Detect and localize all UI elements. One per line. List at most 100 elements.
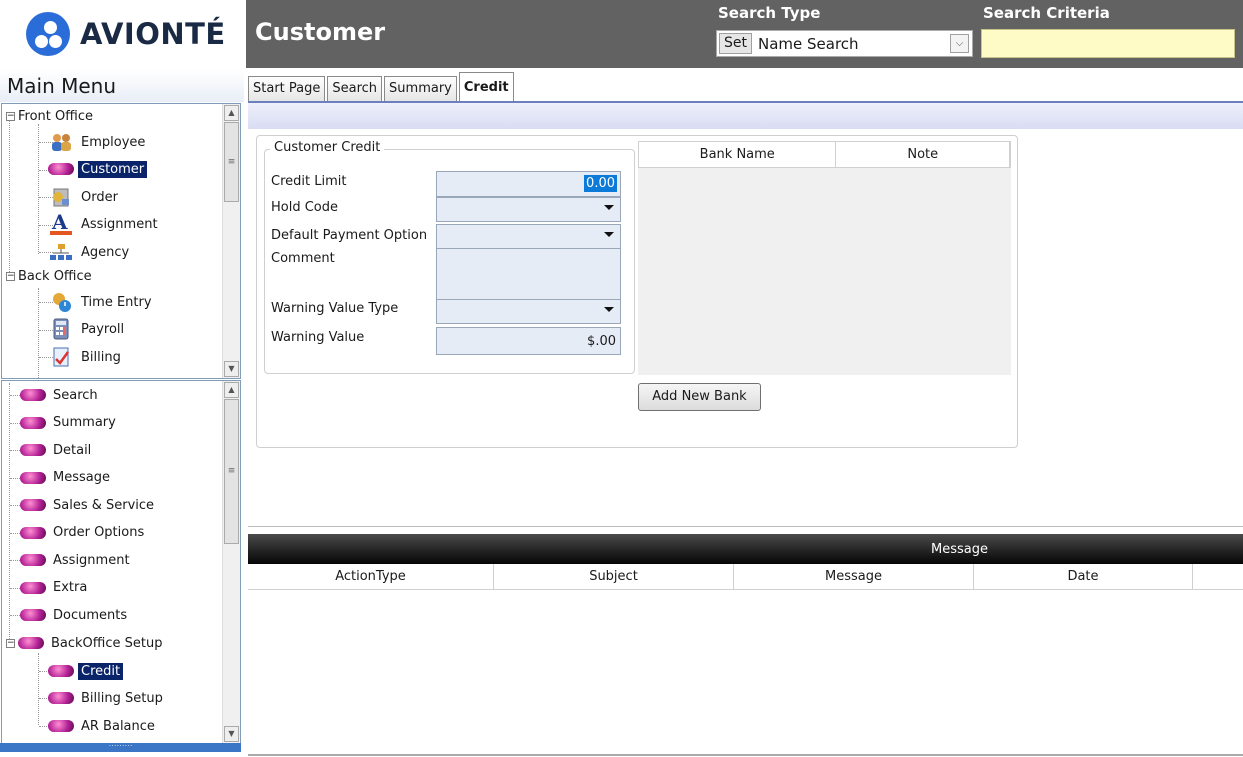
customer-section-icon <box>20 549 46 571</box>
sidebar-item-message[interactable]: Message <box>20 466 113 490</box>
billing-icon <box>48 346 74 368</box>
sidebar-item-employee[interactable]: Employee <box>48 130 148 154</box>
search-type-select[interactable]: Set Name Search ⌵ <box>716 30 973 57</box>
tab-summary[interactable]: Summary <box>384 76 457 102</box>
sidebar-item-billing[interactable]: Billing <box>48 345 124 369</box>
dropdown-arrow-icon[interactable] <box>604 205 614 210</box>
brand-name: AVIONTÉ <box>80 17 226 51</box>
time-entry-icon <box>48 291 74 313</box>
hold-code-label: Hold Code <box>271 200 339 215</box>
warning-value-input[interactable]: $.00 <box>436 327 621 355</box>
billing-setup-icon <box>48 687 74 709</box>
scroll-up-icon[interactable]: ▲ <box>224 382 239 398</box>
column-date[interactable]: Date <box>974 564 1193 589</box>
tree-node-front-office[interactable]: − Front Office <box>6 104 93 128</box>
search-criteria-input[interactable] <box>981 29 1235 58</box>
customer-section-icon <box>20 604 46 626</box>
tab-start-page[interactable]: Start Page <box>248 76 326 102</box>
warning-type-label: Warning Value Type <box>271 301 399 316</box>
tree-scrollbar[interactable]: ▲ ≡ ▼ <box>222 104 240 378</box>
message-grid-header: ActionType Subject Message Date <box>248 564 1243 590</box>
column-actiontype[interactable]: ActionType <box>248 564 494 589</box>
warning-type-dropdown[interactable] <box>436 299 621 324</box>
status-divider <box>248 754 1243 756</box>
customer-section-icon <box>20 467 46 489</box>
sidebar-item-time-entry[interactable]: Time Entry <box>48 290 155 314</box>
search-criteria-label: Search Criteria <box>983 4 1110 22</box>
sidebar-item-search[interactable]: Search <box>20 383 101 407</box>
customer-section-icon <box>20 439 46 461</box>
sidebar-item-credit[interactable]: Credit <box>48 659 124 683</box>
sidebar-item-extra[interactable]: Extra <box>20 576 90 600</box>
tab-search[interactable]: Search <box>327 76 383 102</box>
scroll-thumb[interactable]: ≡ <box>224 399 239 544</box>
chevron-down-icon[interactable]: ⌵ <box>950 34 969 53</box>
avionte-logo-icon <box>26 12 70 56</box>
main-menu-title: Main Menu <box>0 70 244 102</box>
customer-section-icon <box>20 384 46 406</box>
customer-section-icon <box>20 577 46 599</box>
credit-limit-input[interactable]: 0.00 <box>436 171 621 197</box>
customer-menu-tree: Search Summary Detail Message Sales & Servic… <box>1 380 241 744</box>
column-message[interactable]: Message <box>734 564 974 589</box>
set-button[interactable]: Set <box>719 33 752 54</box>
hold-code-dropdown[interactable] <box>436 197 621 222</box>
sidebar-item-payroll[interactable]: Payroll <box>48 317 127 341</box>
collapse-icon[interactable]: − <box>6 271 15 281</box>
dropdown-arrow-icon[interactable] <box>604 232 614 237</box>
svg-text:A: A <box>51 212 68 234</box>
sidebar-item-sales-service[interactable]: Sales & Service <box>20 493 157 517</box>
credit-limit-value: 0.00 <box>584 175 617 192</box>
backoffice-setup-icon <box>18 632 44 654</box>
credit-icon <box>48 660 74 682</box>
tree-node-backoffice-setup[interactable]: − BackOffice Setup <box>6 631 165 655</box>
message-panel-title: Message <box>931 542 988 557</box>
search-type-value: Name Search <box>758 34 859 53</box>
dropdown-arrow-icon[interactable] <box>604 307 614 312</box>
sidebar-item-order-options[interactable]: Order Options <box>20 521 147 545</box>
column-subject[interactable]: Subject <box>494 564 734 589</box>
employee-icon <box>48 131 74 153</box>
default-payment-dropdown[interactable] <box>436 224 621 249</box>
scroll-down-icon[interactable]: ▼ <box>224 361 239 377</box>
customer-section-icon <box>20 412 46 434</box>
warning-value-label: Warning Value <box>271 330 365 345</box>
order-icon <box>48 186 74 208</box>
message-panel-header: Message <box>248 534 1243 564</box>
menu-splitter[interactable]: ⋯⋯⋯ <box>0 742 241 752</box>
collapse-icon[interactable]: − <box>6 111 15 121</box>
bank-grid-header: Bank Name Note <box>638 141 1011 168</box>
default-payment-label: Default Payment Option <box>271 228 428 243</box>
tree-scrollbar[interactable]: ▲ ≡ ▼ <box>222 381 240 743</box>
credit-limit-label: Credit Limit <box>271 174 347 189</box>
scroll-up-icon[interactable]: ▲ <box>224 105 239 121</box>
sidebar-item-assignment[interactable]: Assignment <box>20 548 133 572</box>
tree-node-back-office[interactable]: − Back Office <box>6 264 92 288</box>
sidebar-item-billing-setup[interactable]: Billing Setup <box>48 686 166 710</box>
sidebar-item-ar-balance[interactable]: AR Balance <box>48 714 158 738</box>
sidebar-item-agency[interactable]: Agency <box>48 240 132 264</box>
sidebar-item-customer[interactable]: Customer <box>48 157 148 181</box>
sidebar-item-detail[interactable]: Detail <box>20 438 94 462</box>
tab-credit[interactable]: Credit <box>458 72 514 102</box>
collapse-icon[interactable]: − <box>6 638 15 648</box>
customer-section-icon <box>20 522 46 544</box>
scroll-thumb[interactable]: ≡ <box>224 122 239 202</box>
tab-strip: Start Page Search Summary Credit <box>248 72 516 102</box>
sidebar-item-order[interactable]: Order <box>48 185 121 209</box>
search-type-label: Search Type <box>718 4 821 22</box>
bank-grid: Bank Name Note <box>638 141 1011 375</box>
sidebar-item-assignment[interactable]: A Assignment <box>48 212 161 236</box>
group-title: Customer Credit <box>270 140 385 155</box>
agency-icon <box>48 241 74 263</box>
main-menu-tree: − Front Office Employee Customer Order A <box>1 103 241 379</box>
sidebar-item-documents[interactable]: Documents <box>20 603 130 627</box>
calculator-icon <box>48 318 74 340</box>
scroll-down-icon[interactable]: ▼ <box>224 726 239 742</box>
sidebar-item-summary[interactable]: Summary <box>20 411 119 435</box>
column-note[interactable]: Note <box>836 142 1010 167</box>
ar-balance-icon <box>48 715 74 737</box>
comment-textarea[interactable] <box>436 248 621 300</box>
column-bank-name[interactable]: Bank Name <box>639 142 837 167</box>
add-new-bank-button[interactable]: Add New Bank <box>638 383 761 411</box>
